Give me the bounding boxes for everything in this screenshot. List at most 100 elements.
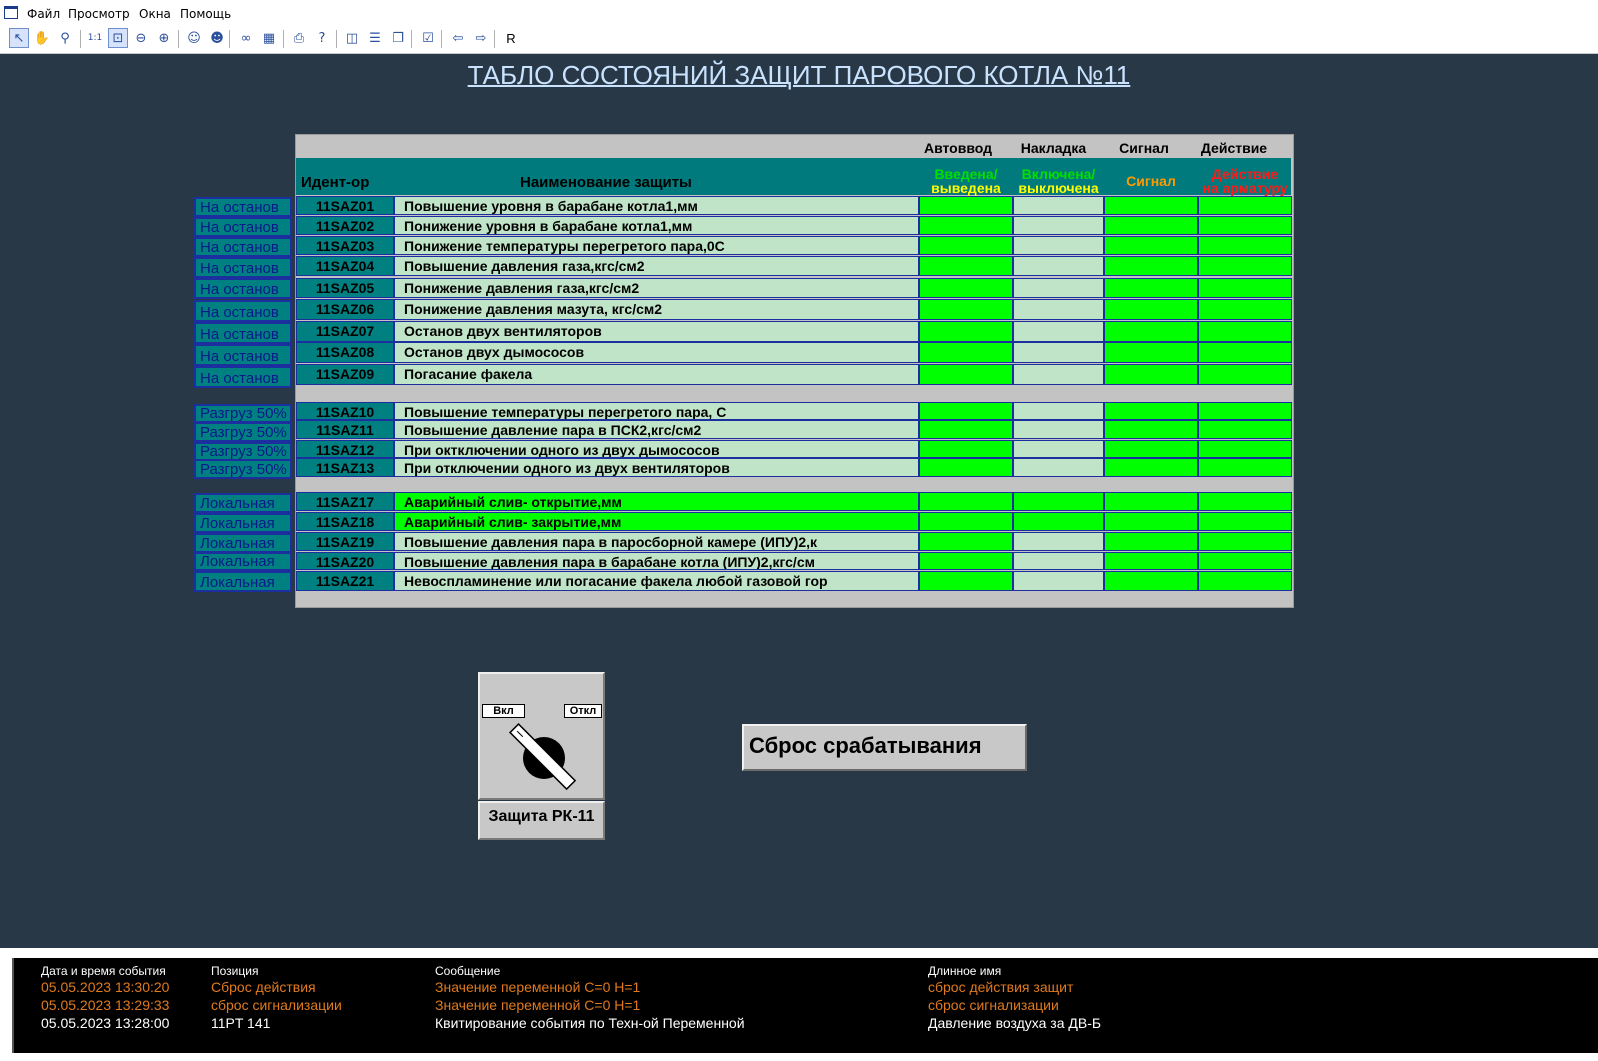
status-cell[interactable] [1198, 458, 1292, 477]
status-cell[interactable] [1198, 299, 1292, 320]
status-cell[interactable] [1198, 532, 1292, 551]
status-cell[interactable] [1104, 492, 1198, 511]
status-cell[interactable] [919, 364, 1013, 385]
windows-icon[interactable]: ❐ [388, 28, 408, 48]
status-cell[interactable] [1013, 321, 1104, 342]
print-icon[interactable]: ⎙ [289, 28, 309, 48]
status-cell[interactable] [1198, 364, 1292, 385]
status-cell[interactable] [1104, 196, 1198, 215]
status-cell[interactable] [1013, 342, 1104, 363]
status-cell[interactable] [1013, 256, 1104, 276]
status-cell[interactable] [1013, 492, 1104, 511]
status-cell[interactable] [1104, 552, 1198, 570]
zoom-out-icon[interactable]: ⊖ [131, 28, 151, 48]
status-cell[interactable] [919, 552, 1013, 570]
status-cell[interactable] [1013, 299, 1104, 320]
status-cell[interactable] [1104, 278, 1198, 298]
menu-view[interactable]: Просмотр [68, 7, 130, 21]
status-cell[interactable] [1104, 256, 1198, 276]
status-cell[interactable] [1013, 512, 1104, 531]
status-cell[interactable] [919, 532, 1013, 551]
status-cell[interactable] [919, 571, 1013, 591]
status-cell[interactable] [1104, 402, 1198, 420]
status-cell[interactable] [1013, 278, 1104, 298]
list-icon[interactable]: ☰ [365, 28, 385, 48]
magnifier-icon[interactable]: ⚲ [55, 28, 75, 48]
status-cell[interactable] [1198, 278, 1292, 298]
status-cell[interactable] [1013, 216, 1104, 235]
status-cell[interactable] [1198, 402, 1292, 420]
status-cell[interactable] [1104, 342, 1198, 363]
status-cell[interactable] [1013, 364, 1104, 385]
status-cell[interactable] [919, 440, 1013, 458]
status-cell[interactable] [1013, 440, 1104, 458]
status-cell[interactable] [1198, 256, 1292, 276]
help-icon[interactable]: ? [312, 28, 332, 48]
status-cell[interactable] [919, 216, 1013, 235]
status-cell[interactable] [919, 402, 1013, 420]
status-cell[interactable] [1198, 321, 1292, 342]
status-cell[interactable] [1013, 571, 1104, 591]
status-cell[interactable] [1013, 420, 1104, 439]
status-cell[interactable] [1104, 512, 1198, 531]
status-cell[interactable] [1104, 236, 1198, 255]
status-cell[interactable] [919, 342, 1013, 363]
zoom-in-icon[interactable]: ⊕ [154, 28, 174, 48]
status-cell[interactable] [919, 420, 1013, 439]
status-cell[interactable] [1104, 458, 1198, 477]
status-cell[interactable] [1198, 492, 1292, 511]
actual-size-icon[interactable]: 1:1 [85, 28, 105, 48]
status-cell[interactable] [1104, 216, 1198, 235]
menu-help[interactable]: Помощь [180, 7, 231, 21]
status-cell[interactable] [1013, 552, 1104, 570]
reset-trigger-button[interactable]: Сброс срабатывания [742, 724, 1027, 771]
status-cell[interactable] [919, 492, 1013, 511]
r-button[interactable]: R [501, 28, 521, 48]
status-cell[interactable] [1198, 236, 1292, 255]
status-cell[interactable] [1198, 552, 1292, 570]
app-icon[interactable] [4, 6, 18, 19]
pointer-icon[interactable]: ↖ [9, 28, 29, 48]
status-cell[interactable] [919, 458, 1013, 477]
status-cell[interactable] [1104, 440, 1198, 458]
status-cell[interactable] [1104, 299, 1198, 320]
status-cell[interactable] [1198, 342, 1292, 363]
status-cell[interactable] [1104, 571, 1198, 591]
status-cell[interactable] [1198, 420, 1292, 439]
protection-switch[interactable]: Вкл Откл [478, 672, 605, 800]
status-cell[interactable] [1198, 216, 1292, 235]
status-cell[interactable] [919, 196, 1013, 215]
status-cell[interactable] [1013, 236, 1104, 255]
back-arrow-icon[interactable]: ⇦ [448, 28, 468, 48]
status-cell[interactable] [1198, 440, 1292, 458]
status-cell[interactable] [1104, 420, 1198, 439]
binoculars-icon[interactable]: ∞ [236, 28, 256, 48]
status-cell[interactable] [1104, 321, 1198, 342]
user-find-icon[interactable]: ☺ [184, 28, 204, 48]
status-cell[interactable] [1104, 532, 1198, 551]
user-icon[interactable]: ☻ [207, 28, 227, 48]
status-cell[interactable] [919, 256, 1013, 276]
status-cell[interactable] [919, 236, 1013, 255]
event-log[interactable]: Дата и время события Позиция Сообщение Длин… [14, 958, 1598, 1053]
status-cell[interactable] [919, 512, 1013, 531]
status-cell[interactable] [1013, 196, 1104, 215]
zoom-fit-icon[interactable]: ⊡ [108, 28, 128, 48]
status-cell[interactable] [1198, 196, 1292, 215]
menu-file[interactable]: Файл [27, 7, 60, 21]
status-cell[interactable] [1013, 402, 1104, 420]
forward-arrow-icon[interactable]: ⇨ [471, 28, 491, 48]
hand-icon[interactable]: ✋ [32, 28, 52, 48]
check-window-icon[interactable]: ☑ [418, 28, 438, 48]
status-cell[interactable] [1013, 532, 1104, 551]
status-cell[interactable] [1198, 512, 1292, 531]
status-cell[interactable] [1198, 571, 1292, 591]
status-cell[interactable] [919, 278, 1013, 298]
status-cell[interactable] [1104, 364, 1198, 385]
panel-icon[interactable]: ◫ [342, 28, 362, 48]
status-cell[interactable] [1013, 458, 1104, 477]
status-cell[interactable] [919, 299, 1013, 320]
status-cell[interactable] [919, 321, 1013, 342]
table-icon[interactable]: ▦ [259, 28, 279, 48]
menu-windows[interactable]: Окна [139, 7, 171, 21]
